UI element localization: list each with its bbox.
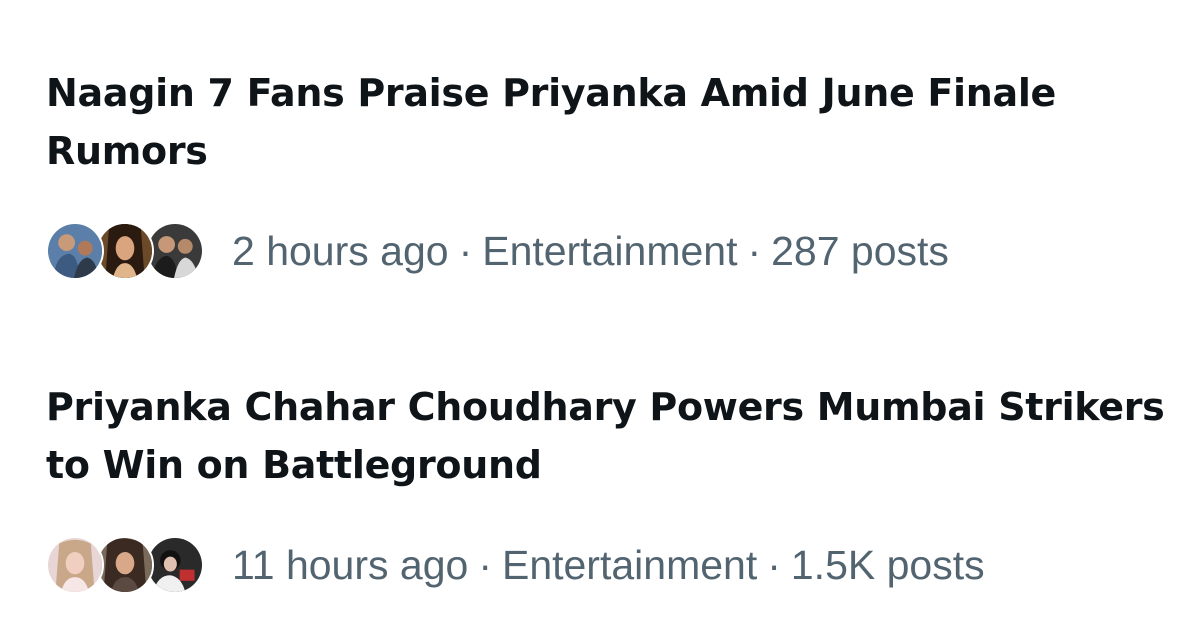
avatar [46,222,104,280]
separator-dot: · [458,227,473,274]
avatar-stack [46,222,222,280]
avatar-stack [46,536,222,594]
trend-time: 2 hours ago [232,227,449,274]
trend-post-count: 1.5K posts [790,541,985,588]
trend-headline[interactable]: Priyanka Chahar Choudhary Powers Mumbai … [46,378,1166,494]
trend-headline[interactable]: Naagin 7 Fans Praise Priyanka Amid June … [46,64,1166,180]
avatar [146,222,204,280]
separator-dot: · [747,227,762,274]
avatar [96,222,154,280]
trend-item[interactable]: Naagin 7 Fans Praise Priyanka Amid June … [46,64,1166,282]
avatar [96,536,154,594]
trend-meta: 2 hours ago · Entertainment · 287 posts [46,220,1166,282]
trend-time: 11 hours ago [232,541,469,588]
trend-category: Entertainment [482,227,738,274]
avatar [46,536,104,594]
trend-category: Entertainment [501,541,758,588]
trend-item[interactable]: Priyanka Chahar Choudhary Powers Mumbai … [46,378,1166,596]
separator-dot: · [478,541,492,588]
separator-dot: · [767,541,781,588]
trend-meta-text: 2 hours ago · Entertainment · 287 posts [232,228,949,275]
trend-meta: 11 hours ago · Entertainment · 1.5K posts [46,534,1166,596]
trend-meta-text: 11 hours ago · Entertainment · 1.5K posts [232,542,985,589]
trend-post-count: 287 posts [771,227,949,274]
avatar [146,536,204,594]
